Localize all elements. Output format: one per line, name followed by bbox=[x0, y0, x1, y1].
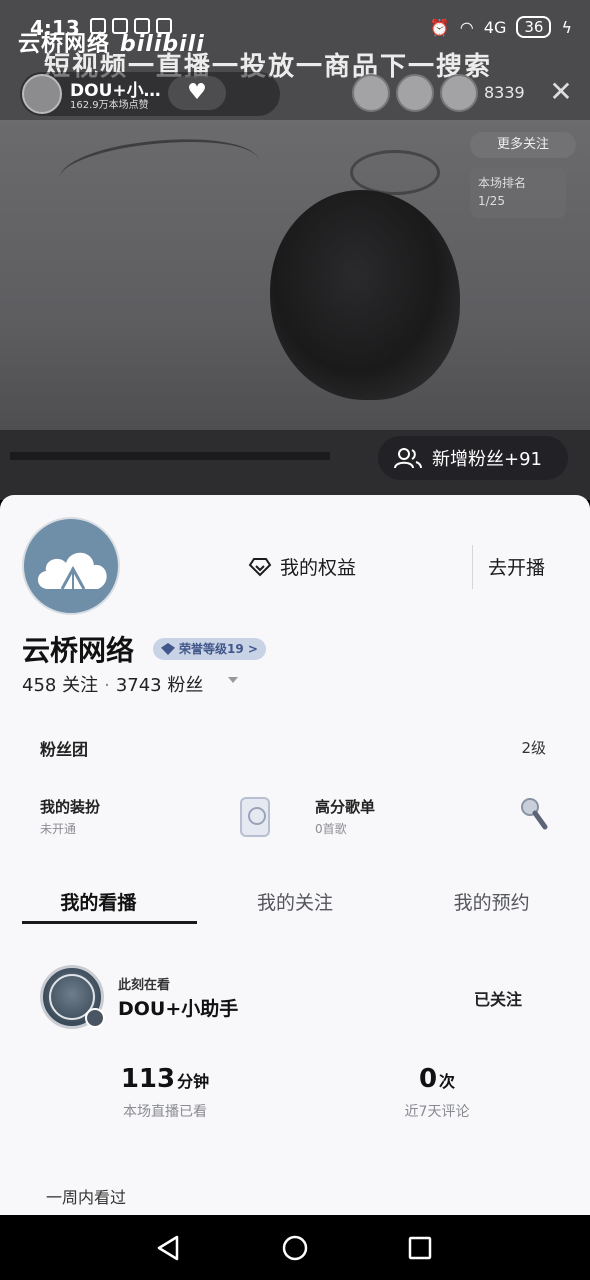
rank-label: 本场排名 bbox=[478, 176, 527, 190]
status-indicators: ⏰ ◠ 4G 36 ϟ bbox=[430, 16, 572, 38]
viewer-avatars[interactable] bbox=[352, 74, 478, 112]
new-fans-label: 新增粉丝+91 bbox=[432, 449, 542, 470]
live-badge-icon bbox=[85, 1008, 105, 1028]
back-icon[interactable] bbox=[154, 1233, 184, 1263]
followed-button[interactable]: 已关注 bbox=[474, 986, 522, 1010]
chevron-down-icon[interactable] bbox=[228, 677, 238, 683]
battery-icon: 36 bbox=[516, 16, 552, 38]
whiteboard-scribble bbox=[350, 150, 440, 195]
costume-status: 未开通 bbox=[40, 822, 77, 836]
tab-my-follow[interactable]: 我的关注 bbox=[197, 878, 394, 928]
my-rights-label: 我的权益 bbox=[280, 557, 357, 579]
keyboard bbox=[10, 452, 330, 460]
tab-my-watch[interactable]: 我的看播 bbox=[0, 878, 197, 928]
profile-nickname: 云桥网络 bbox=[22, 634, 135, 667]
network-label: 4G bbox=[483, 17, 507, 37]
recents-icon[interactable] bbox=[405, 1233, 435, 1263]
streamer-head bbox=[270, 190, 460, 400]
anchor-likes: 162.9万本场点赞 bbox=[70, 100, 149, 111]
my-rights-button[interactable]: 我的权益 bbox=[248, 553, 356, 580]
watch-unit: 分钟 bbox=[177, 1072, 210, 1091]
followers-count[interactable]: 3743 粉丝 bbox=[116, 675, 204, 696]
comments-count: 0 bbox=[418, 1064, 438, 1094]
week-history-label: 一周内看过 bbox=[46, 1188, 127, 1207]
honor-level-label: 荣誉等级19 > bbox=[179, 642, 258, 656]
rank-value: 1/25 bbox=[478, 194, 505, 208]
tab-my-reservation[interactable]: 我的预约 bbox=[393, 878, 590, 928]
viewer-avatar[interactable] bbox=[440, 74, 478, 112]
alarm-icon: ⏰ bbox=[429, 17, 450, 37]
comments-value: 0次 bbox=[372, 1064, 502, 1094]
honor-level-badge[interactable]: 荣誉等级19 > bbox=[153, 638, 266, 660]
fans-icon bbox=[394, 448, 422, 469]
diamond-icon bbox=[248, 557, 272, 576]
system-nav-bar bbox=[0, 1215, 590, 1280]
profile-avatar[interactable] bbox=[22, 517, 120, 615]
costume-icon[interactable] bbox=[240, 797, 270, 837]
following-count[interactable]: 458 关注 bbox=[22, 675, 98, 696]
watch-time-caption: 本场直播已看 bbox=[123, 1104, 207, 1120]
watching-now-label: 此刻在看 bbox=[118, 978, 171, 993]
watch-minutes: 113 bbox=[120, 1064, 176, 1094]
close-icon[interactable]: ✕ bbox=[546, 76, 576, 108]
comments-caption: 近7天评论 bbox=[404, 1104, 470, 1120]
follow-stats[interactable]: 458 关注 · 3743 粉丝 bbox=[22, 671, 203, 697]
viewer-avatar[interactable] bbox=[352, 74, 390, 112]
charging-icon: ϟ bbox=[561, 17, 572, 37]
wifi-icon: ◠ bbox=[459, 17, 474, 37]
comments-unit: 次 bbox=[439, 1072, 456, 1091]
songlist-count: 0首歌 bbox=[315, 822, 347, 836]
fan-club-level[interactable]: 2级 bbox=[521, 737, 546, 758]
rank-card[interactable]: 本场排名 1/25 bbox=[470, 168, 566, 218]
viewer-avatar[interactable] bbox=[396, 74, 434, 112]
viewer-count[interactable]: 8339 bbox=[484, 83, 525, 102]
cloud-logo-icon bbox=[37, 552, 107, 590]
songlist-title[interactable]: 高分歌单 bbox=[315, 796, 375, 817]
fan-club-label[interactable]: 粉丝团 bbox=[40, 736, 88, 760]
heart-icon[interactable]: ♥ bbox=[168, 76, 226, 110]
honor-icon bbox=[161, 643, 175, 655]
profile-sheet: 我的权益 去开播 云桥网络 荣誉等级19 > 458 关注 · 3743 粉丝 粉丝… bbox=[0, 495, 590, 1215]
costume-title[interactable]: 我的装扮 bbox=[40, 796, 100, 817]
anchor-avatar[interactable] bbox=[22, 74, 62, 114]
more-follow-button[interactable]: 更多关注 bbox=[470, 132, 576, 158]
go-live-button[interactable]: 去开播 bbox=[488, 553, 545, 580]
home-icon[interactable] bbox=[280, 1233, 310, 1263]
watching-avatar[interactable] bbox=[40, 965, 105, 1029]
watching-name[interactable]: DOU+小助手 bbox=[118, 994, 238, 1021]
watch-time-value: 113 分钟 bbox=[100, 1064, 230, 1094]
divider bbox=[472, 545, 473, 589]
separator-dot: · bbox=[104, 675, 110, 696]
new-fans-button[interactable]: 新增粉丝+91 bbox=[378, 436, 568, 480]
microphone-icon[interactable] bbox=[518, 797, 548, 831]
tab-bar: 我的看播 我的关注 我的预约 bbox=[0, 878, 590, 928]
